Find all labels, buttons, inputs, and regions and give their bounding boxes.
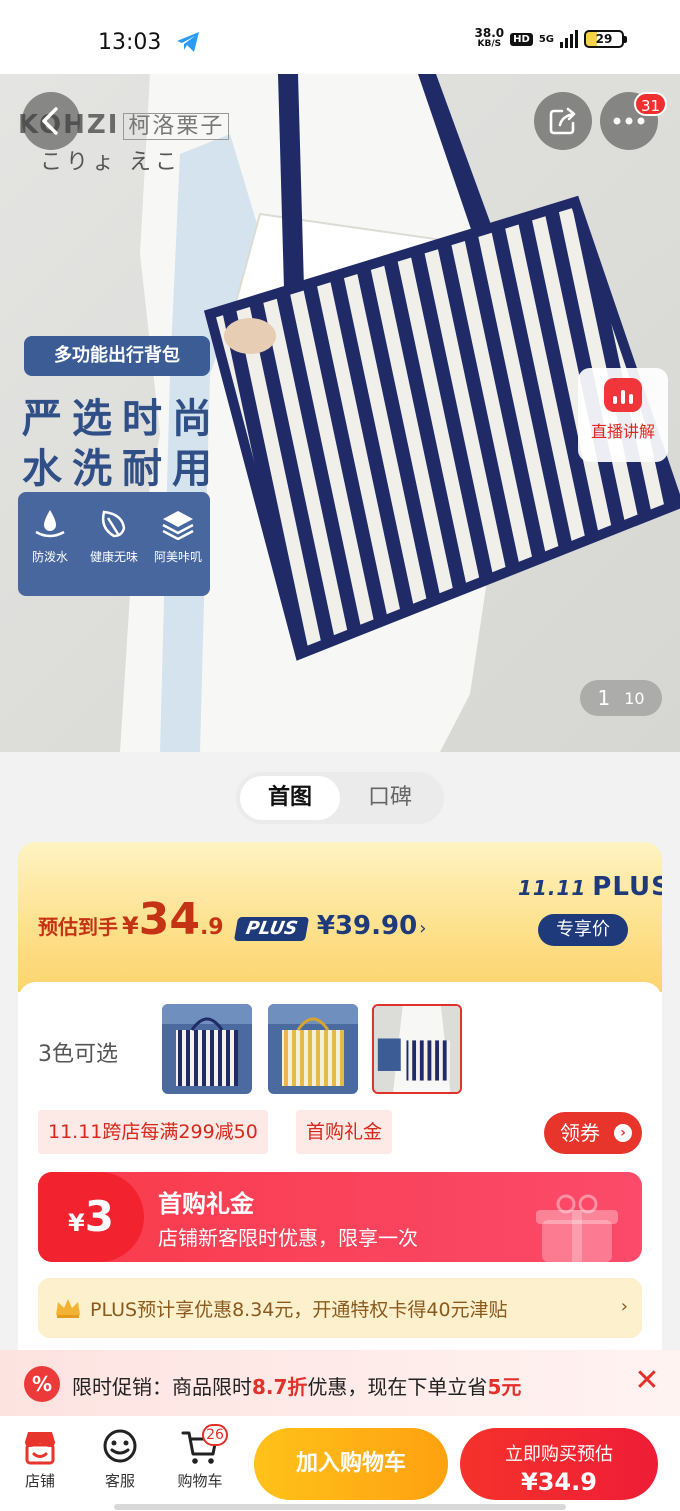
signal-type: 5G — [538, 33, 554, 45]
image-tab-switch: 首图 口碑 — [236, 772, 444, 824]
close-icon[interactable]: ✕ — [632, 1366, 662, 1396]
back-button[interactable] — [22, 92, 80, 150]
price-row[interactable]: 预估到手 ¥ 34 .9 PLUS ¥39.90 › — [38, 894, 426, 945]
live-icon — [604, 378, 642, 412]
layers-icon — [162, 511, 194, 540]
feature-item: 防泼水 — [20, 508, 80, 596]
estimated-price-label: 预估到手 — [38, 915, 118, 939]
thumb-image — [162, 1004, 252, 1094]
price-card: 预估到手 ¥ 34 .9 PLUS ¥39.90 › 11.11 PLUS 专享价… — [18, 842, 662, 1402]
battery-icon: 29 — [584, 30, 627, 48]
percent-icon: % — [24, 1366, 60, 1402]
home-indicator[interactable] — [114, 1504, 566, 1510]
product-tag: 多功能出行背包 — [24, 336, 210, 376]
product-image-carousel[interactable]: KOHZI柯洛栗子 こりょ えこ 31 多功能出行背包 严选时尚 水洗耐用 防泼… — [0, 74, 680, 752]
signal-bars-icon — [560, 30, 578, 48]
cross-store-coupon[interactable]: 11.11跨店每满299减50 — [38, 1110, 268, 1154]
service-label: 客服 — [104, 1472, 135, 1490]
thumb-image — [374, 1006, 460, 1092]
brand-logo-jp: こりょ えこ — [40, 150, 181, 175]
feature-item: 阿美咔叽 — [148, 508, 208, 596]
price-currency: ¥ — [122, 912, 139, 940]
gift-title: 首购礼金 — [158, 1190, 254, 1218]
cart-count-badge: 26 — [202, 1424, 228, 1446]
bottom-action-bar: 店铺 客服 26 购物车 加入购物车 立即购买预估 ¥34.9 — [0, 1416, 680, 1511]
live-label: 直播讲解 — [590, 422, 655, 441]
crown-icon — [56, 1299, 80, 1318]
tab-main-image[interactable]: 首图 — [240, 776, 340, 820]
product-options: 3色可选 11.11跨店每满299减50 首购礼金 领券 › ¥ 3 首购礼金 … — [18, 982, 662, 1402]
color-option-navy[interactable] — [162, 1004, 252, 1094]
status-time: 13:03 — [98, 30, 162, 55]
share-button[interactable] — [534, 92, 592, 150]
pager-current: 1 — [597, 686, 611, 710]
chat-face-icon — [103, 1429, 137, 1463]
plus-membership-bar[interactable]: PLUS预计享优惠8.34元，开通特权卡得40元津贴 › — [38, 1278, 642, 1338]
first-purchase-gift-card[interactable]: ¥3 首购礼金 店铺新客限时优惠，限享一次 — [38, 1172, 642, 1262]
customer-service-button[interactable]: 客服 — [90, 1428, 150, 1491]
slogan-line-2: 水洗耐用 — [22, 446, 222, 492]
add-to-cart-button[interactable]: 加入购物车 — [254, 1428, 448, 1500]
get-coupon-button[interactable]: 领券 › — [544, 1112, 642, 1154]
shop-icon — [25, 1432, 55, 1465]
feature-list: 防泼水 健康无味 阿美咔叽 — [18, 492, 210, 596]
color-option-selected[interactable] — [372, 1004, 462, 1094]
gift-box-icon — [536, 1194, 618, 1262]
feature-item: 健康无味 — [84, 508, 144, 596]
plus-badge: PLUS — [233, 917, 309, 941]
shop-button[interactable]: 店铺 — [10, 1428, 70, 1491]
chevron-right-icon: › — [620, 1296, 628, 1317]
limited-promo-bar[interactable]: % 限时促销：商品限时8.7折优惠，现在下单立省5元 ✕ — [0, 1350, 680, 1416]
color-count-label: 3色可选 — [38, 1042, 118, 1067]
thumb-image — [268, 1004, 358, 1094]
price-decimal: .9 — [199, 915, 224, 940]
more-dots-icon — [613, 117, 645, 125]
chevron-right-icon: › — [614, 1124, 632, 1142]
gift-amount: ¥3 — [38, 1172, 144, 1262]
promo-text: 限时促销：商品限时8.7折优惠，现在下单立省5元 — [72, 1375, 522, 1399]
status-bar: 13:03 38.0 KB/S HD 5G 29 — [0, 0, 680, 74]
price-integer: 34 — [138, 894, 200, 945]
share-icon — [549, 107, 576, 135]
net-speed: 38.0 KB/S — [474, 26, 505, 49]
buy-now-button[interactable]: 立即购买预估 ¥34.9 — [460, 1428, 658, 1500]
leaf-icon — [101, 510, 126, 538]
water-drop-icon — [35, 510, 65, 538]
plus-membership-text: PLUS预计享优惠8.34元，开通特权卡得40元津贴 — [90, 1298, 508, 1321]
color-option-yellow[interactable] — [268, 1004, 358, 1094]
buy-now-price: ¥34.9 — [521, 1468, 597, 1496]
price-header: 预估到手 ¥ 34 .9 PLUS ¥39.90 › 11.11 PLUS 专享价 — [18, 842, 662, 992]
chevron-right-icon: › — [419, 918, 427, 939]
image-pager: 1 10 — [580, 680, 662, 716]
chevron-left-icon — [42, 107, 58, 135]
plus-event-logo: 11.11 PLUS — [518, 872, 662, 902]
pager-total: 10 — [624, 688, 645, 708]
exclusive-price-button[interactable]: 专享价 — [538, 914, 628, 946]
live-explain-button[interactable]: 直播讲解 — [578, 368, 668, 462]
hd-icon: HD — [510, 32, 533, 46]
cart-button[interactable]: 26 购物车 — [170, 1424, 230, 1491]
message-count-badge: 31 — [634, 92, 668, 116]
gift-description: 店铺新客限时优惠，限享一次 — [158, 1226, 418, 1250]
tab-reviews[interactable]: 口碑 — [340, 776, 440, 820]
first-purchase-coupon[interactable]: 首购礼金 — [296, 1110, 393, 1154]
shop-label: 店铺 — [24, 1472, 55, 1490]
status-indicators: 38.0 KB/S HD 5G 29 — [474, 26, 627, 50]
plus-price: ¥39.90 — [316, 911, 418, 941]
cart-label: 购物车 — [177, 1472, 223, 1490]
buy-now-label: 立即购买预估 — [505, 1444, 613, 1465]
telegram-icon — [177, 32, 199, 52]
